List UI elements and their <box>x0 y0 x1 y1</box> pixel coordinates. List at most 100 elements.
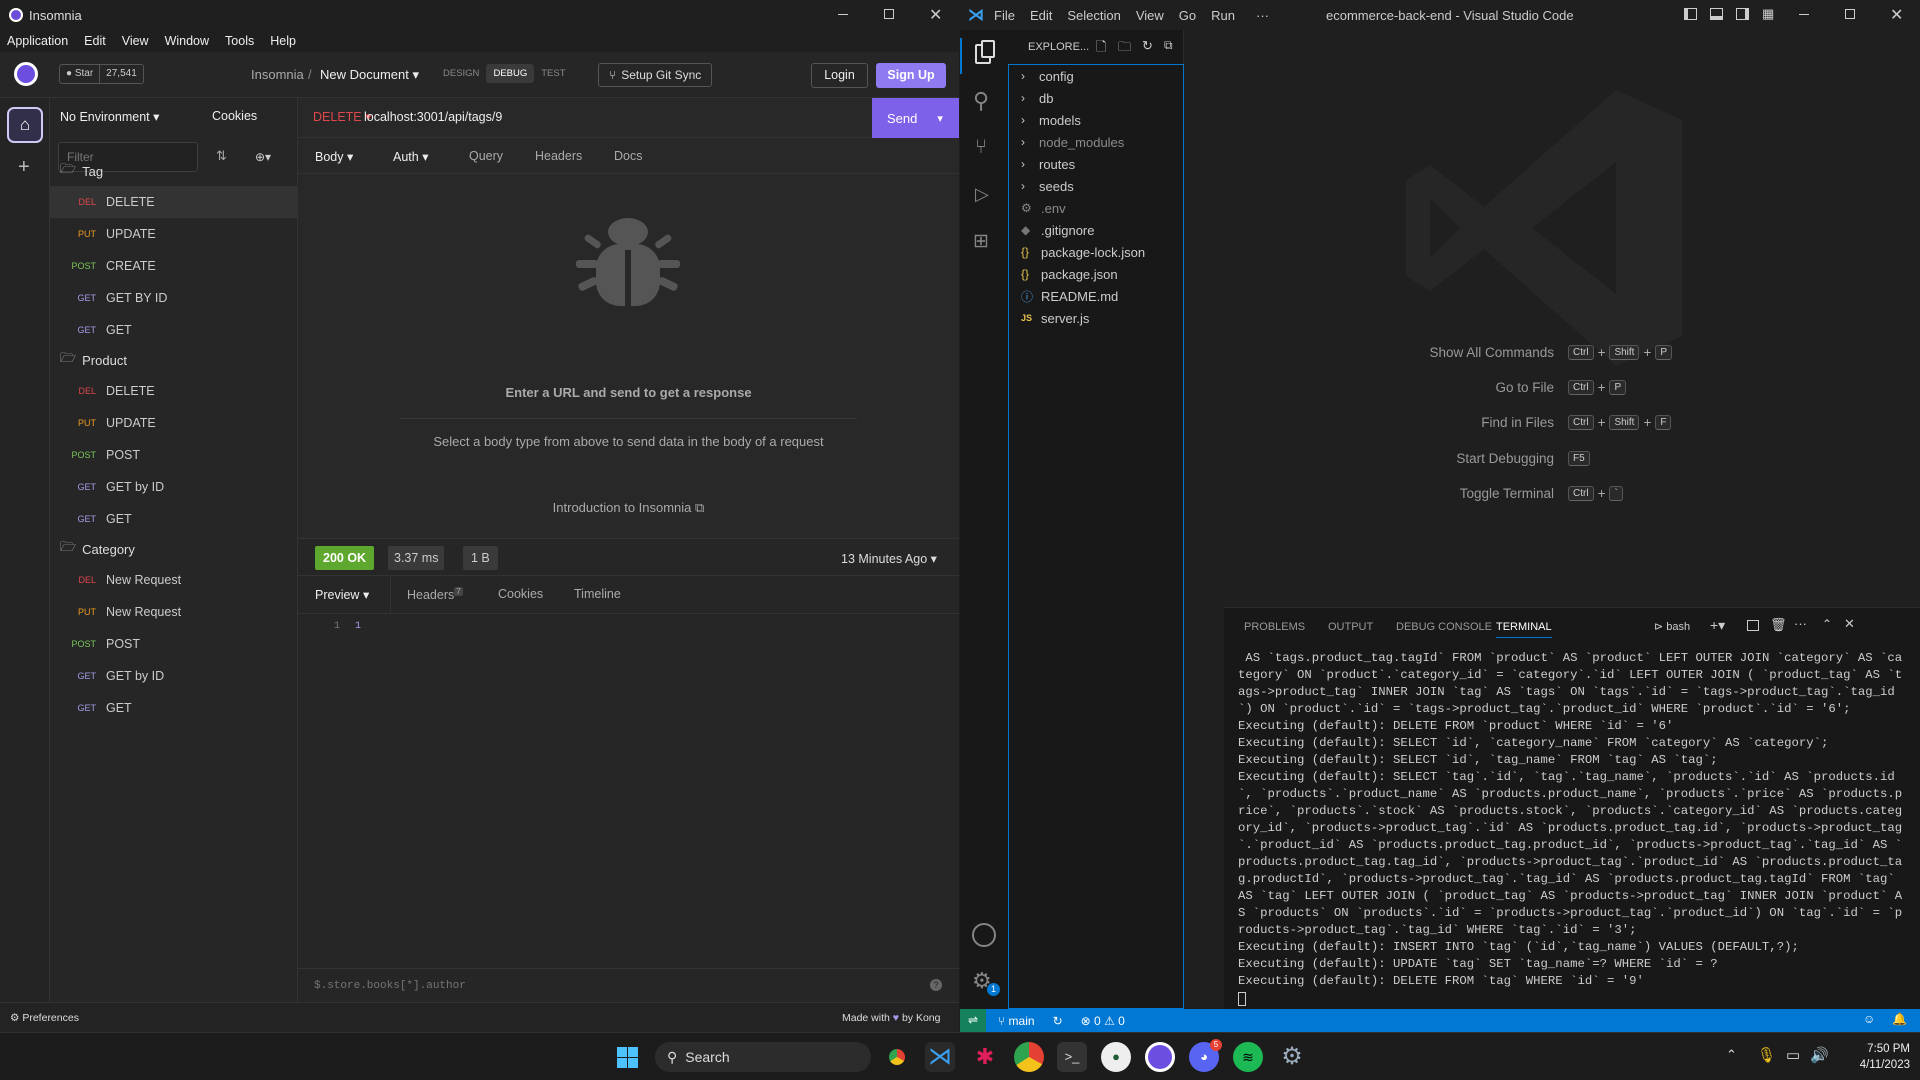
environment-dropdown[interactable]: No Environment ▾ <box>60 109 159 124</box>
branch-indicator[interactable]: ⑂ main <box>998 1014 1035 1028</box>
maximize-icon[interactable] <box>884 9 894 19</box>
new-folder-icon[interactable]: 🗀 <box>1118 38 1131 60</box>
menu-edit[interactable]: Edit <box>84 34 106 48</box>
request-item[interactable]: PUT UPDATE <box>50 407 298 439</box>
menu-run[interactable]: Run <box>1211 8 1235 23</box>
menu-more[interactable]: ··· <box>1256 8 1269 23</box>
tab-docs[interactable]: Docs <box>614 149 642 163</box>
menu-tools[interactable]: Tools <box>225 34 254 48</box>
tab-test[interactable]: TEST <box>534 64 572 83</box>
tab-timeline[interactable]: Timeline <box>574 587 621 601</box>
request-item[interactable]: GET GET <box>50 503 298 535</box>
menu-selection[interactable]: Selection <box>1067 8 1120 23</box>
chrome-profile-icon[interactable] <box>1014 1042 1044 1072</box>
sync-icon[interactable]: ↻ <box>1053 1014 1063 1028</box>
clock[interactable]: 7:50 PM 4/11/2023 <box>1840 1041 1910 1073</box>
terminal-output[interactable]: AS `tags.product_tag.tagId` FROM `produc… <box>1238 650 1908 990</box>
vscode-taskbar-icon[interactable]: ⋊ <box>925 1042 955 1072</box>
document-dropdown[interactable]: New Document ▾ <box>320 67 419 83</box>
breadcrumb-root[interactable]: Insomnia <box>251 67 304 82</box>
start-button[interactable] <box>617 1047 638 1068</box>
request-item[interactable]: POST POST <box>50 628 298 660</box>
explorer-icon[interactable] <box>960 38 1008 74</box>
login-button[interactable]: Login <box>811 63 868 88</box>
customize-layout-icon[interactable]: ▦ <box>1762 6 1774 22</box>
shortcut-row[interactable]: Find in Files Ctrl + Shift + F <box>1184 415 1920 430</box>
folder-category[interactable]: 🗁 Category <box>60 538 135 560</box>
help-icon[interactable]: ? <box>930 979 942 991</box>
network-icon[interactable]: ▭ <box>1786 1046 1800 1064</box>
remote-icon[interactable]: ⇌ <box>960 1009 986 1032</box>
folder-tag[interactable]: 🗁 Tag <box>60 160 103 182</box>
minimize-icon[interactable] <box>1799 14 1809 15</box>
search-icon[interactable]: ⚲ <box>973 88 989 114</box>
spotify-icon[interactable]: ≋ <box>1233 1042 1263 1072</box>
maximize-icon[interactable] <box>1845 9 1855 19</box>
url-input[interactable] <box>364 104 764 130</box>
request-item[interactable]: DEL DELETE <box>50 375 298 407</box>
tree-item-config[interactable]: › config <box>1015 65 1185 87</box>
tab-debug-console[interactable]: DEBUG CONSOLE <box>1396 621 1492 633</box>
tab-query[interactable]: Query <box>469 149 503 163</box>
tab-headers[interactable]: Headers <box>535 149 582 163</box>
new-file-icon[interactable]: 🗋 <box>1096 38 1106 60</box>
tree-item-models[interactable]: › models <box>1015 109 1185 131</box>
notifications-icon[interactable]: 🔔 <box>1892 1012 1907 1026</box>
request-item[interactable]: DEL DELETE <box>50 186 298 218</box>
menu-application[interactable]: Application <box>7 34 68 48</box>
tab-debug[interactable]: DEBUG <box>486 64 535 83</box>
tree-item-routes[interactable]: › routes <box>1015 153 1185 175</box>
run-debug-icon[interactable]: ▷ <box>975 184 989 205</box>
request-item[interactable]: GET GET BY ID <box>50 282 298 314</box>
request-item[interactable]: GET GET <box>50 314 298 346</box>
request-item[interactable]: DEL New Request <box>50 564 298 596</box>
menu-help[interactable]: Help <box>270 34 296 48</box>
request-item[interactable]: POST CREATE <box>50 250 298 282</box>
tab-body[interactable]: Body ▾ <box>315 149 353 164</box>
cookies-button[interactable]: Cookies <box>212 109 257 123</box>
maximize-panel-icon[interactable]: ⌃ <box>1822 617 1832 631</box>
trash-icon[interactable]: 🗑 <box>1770 617 1787 633</box>
add-request-icon[interactable]: ⊕▾ <box>255 150 271 164</box>
microphone-icon[interactable]: 🎙 <box>1757 1046 1776 1064</box>
tab-response-headers[interactable]: Headers 7 <box>407 587 463 602</box>
shortcut-row[interactable]: Show All Commands Ctrl + Shift + P <box>1184 345 1920 360</box>
tab-output[interactable]: OUTPUT <box>1328 621 1373 633</box>
setup-git-sync-button[interactable]: ⑂ Setup Git Sync <box>598 63 713 87</box>
send-options-icon[interactable]: ▾ <box>937 112 943 125</box>
github-star-widget[interactable]: ● Star 27,541 <box>59 64 144 84</box>
history-dropdown[interactable]: 13 Minutes Ago ▾ <box>841 551 937 566</box>
response-filter-input[interactable] <box>298 968 959 1002</box>
request-item[interactable]: GET GET by ID <box>50 471 298 503</box>
menu-file[interactable]: File <box>994 8 1015 23</box>
home-button[interactable]: ⌂ <box>7 107 43 143</box>
refresh-icon[interactable]: ↻ <box>1142 38 1153 54</box>
request-item[interactable]: PUT UPDATE <box>50 218 298 250</box>
chrome-icon[interactable] <box>882 1042 912 1072</box>
shortcut-row[interactable]: Go to File Ctrl + P <box>1184 380 1920 395</box>
close-icon[interactable]: ✕ <box>929 5 942 25</box>
request-item[interactable]: POST POST <box>50 439 298 471</box>
folder-product[interactable]: 🗁 Product <box>60 349 127 371</box>
tree-item-README-md[interactable]: ⓘ README.md <box>1015 285 1185 307</box>
tree-item-gitignore[interactable]: ◆ .gitignore <box>1015 219 1185 241</box>
tree-item-env[interactable]: ⚙ .env <box>1015 197 1185 219</box>
request-item[interactable]: PUT New Request <box>50 596 298 628</box>
panel-more-icon[interactable]: ··· <box>1794 616 1807 631</box>
tab-auth[interactable]: Auth ▾ <box>393 149 428 164</box>
toggle-panel-icon[interactable] <box>1710 8 1723 20</box>
intro-link[interactable]: Introduction to Insomnia ⧉ <box>298 500 959 516</box>
extensions-icon[interactable]: ⊞ <box>973 230 989 253</box>
request-item[interactable]: GET GET by ID <box>50 660 298 692</box>
tab-problems[interactable]: PROBLEMS <box>1244 621 1305 633</box>
split-terminal-icon[interactable] <box>1747 620 1759 631</box>
terminal-shell-dropdown[interactable]: ⊳ bash <box>1654 620 1690 633</box>
tab-terminal[interactable]: TERMINAL <box>1496 621 1552 638</box>
mongodb-compass-icon[interactable]: ● <box>1101 1042 1131 1072</box>
send-button[interactable]: Send ▾ <box>872 98 959 138</box>
taskbar-search[interactable]: ⚲ Search <box>655 1042 871 1072</box>
show-hidden-icons[interactable]: ⌃ <box>1726 1047 1737 1063</box>
menu-window[interactable]: Window <box>165 34 209 48</box>
menu-view[interactable]: View <box>1136 8 1164 23</box>
source-control-icon[interactable]: ⑂ <box>975 136 987 159</box>
